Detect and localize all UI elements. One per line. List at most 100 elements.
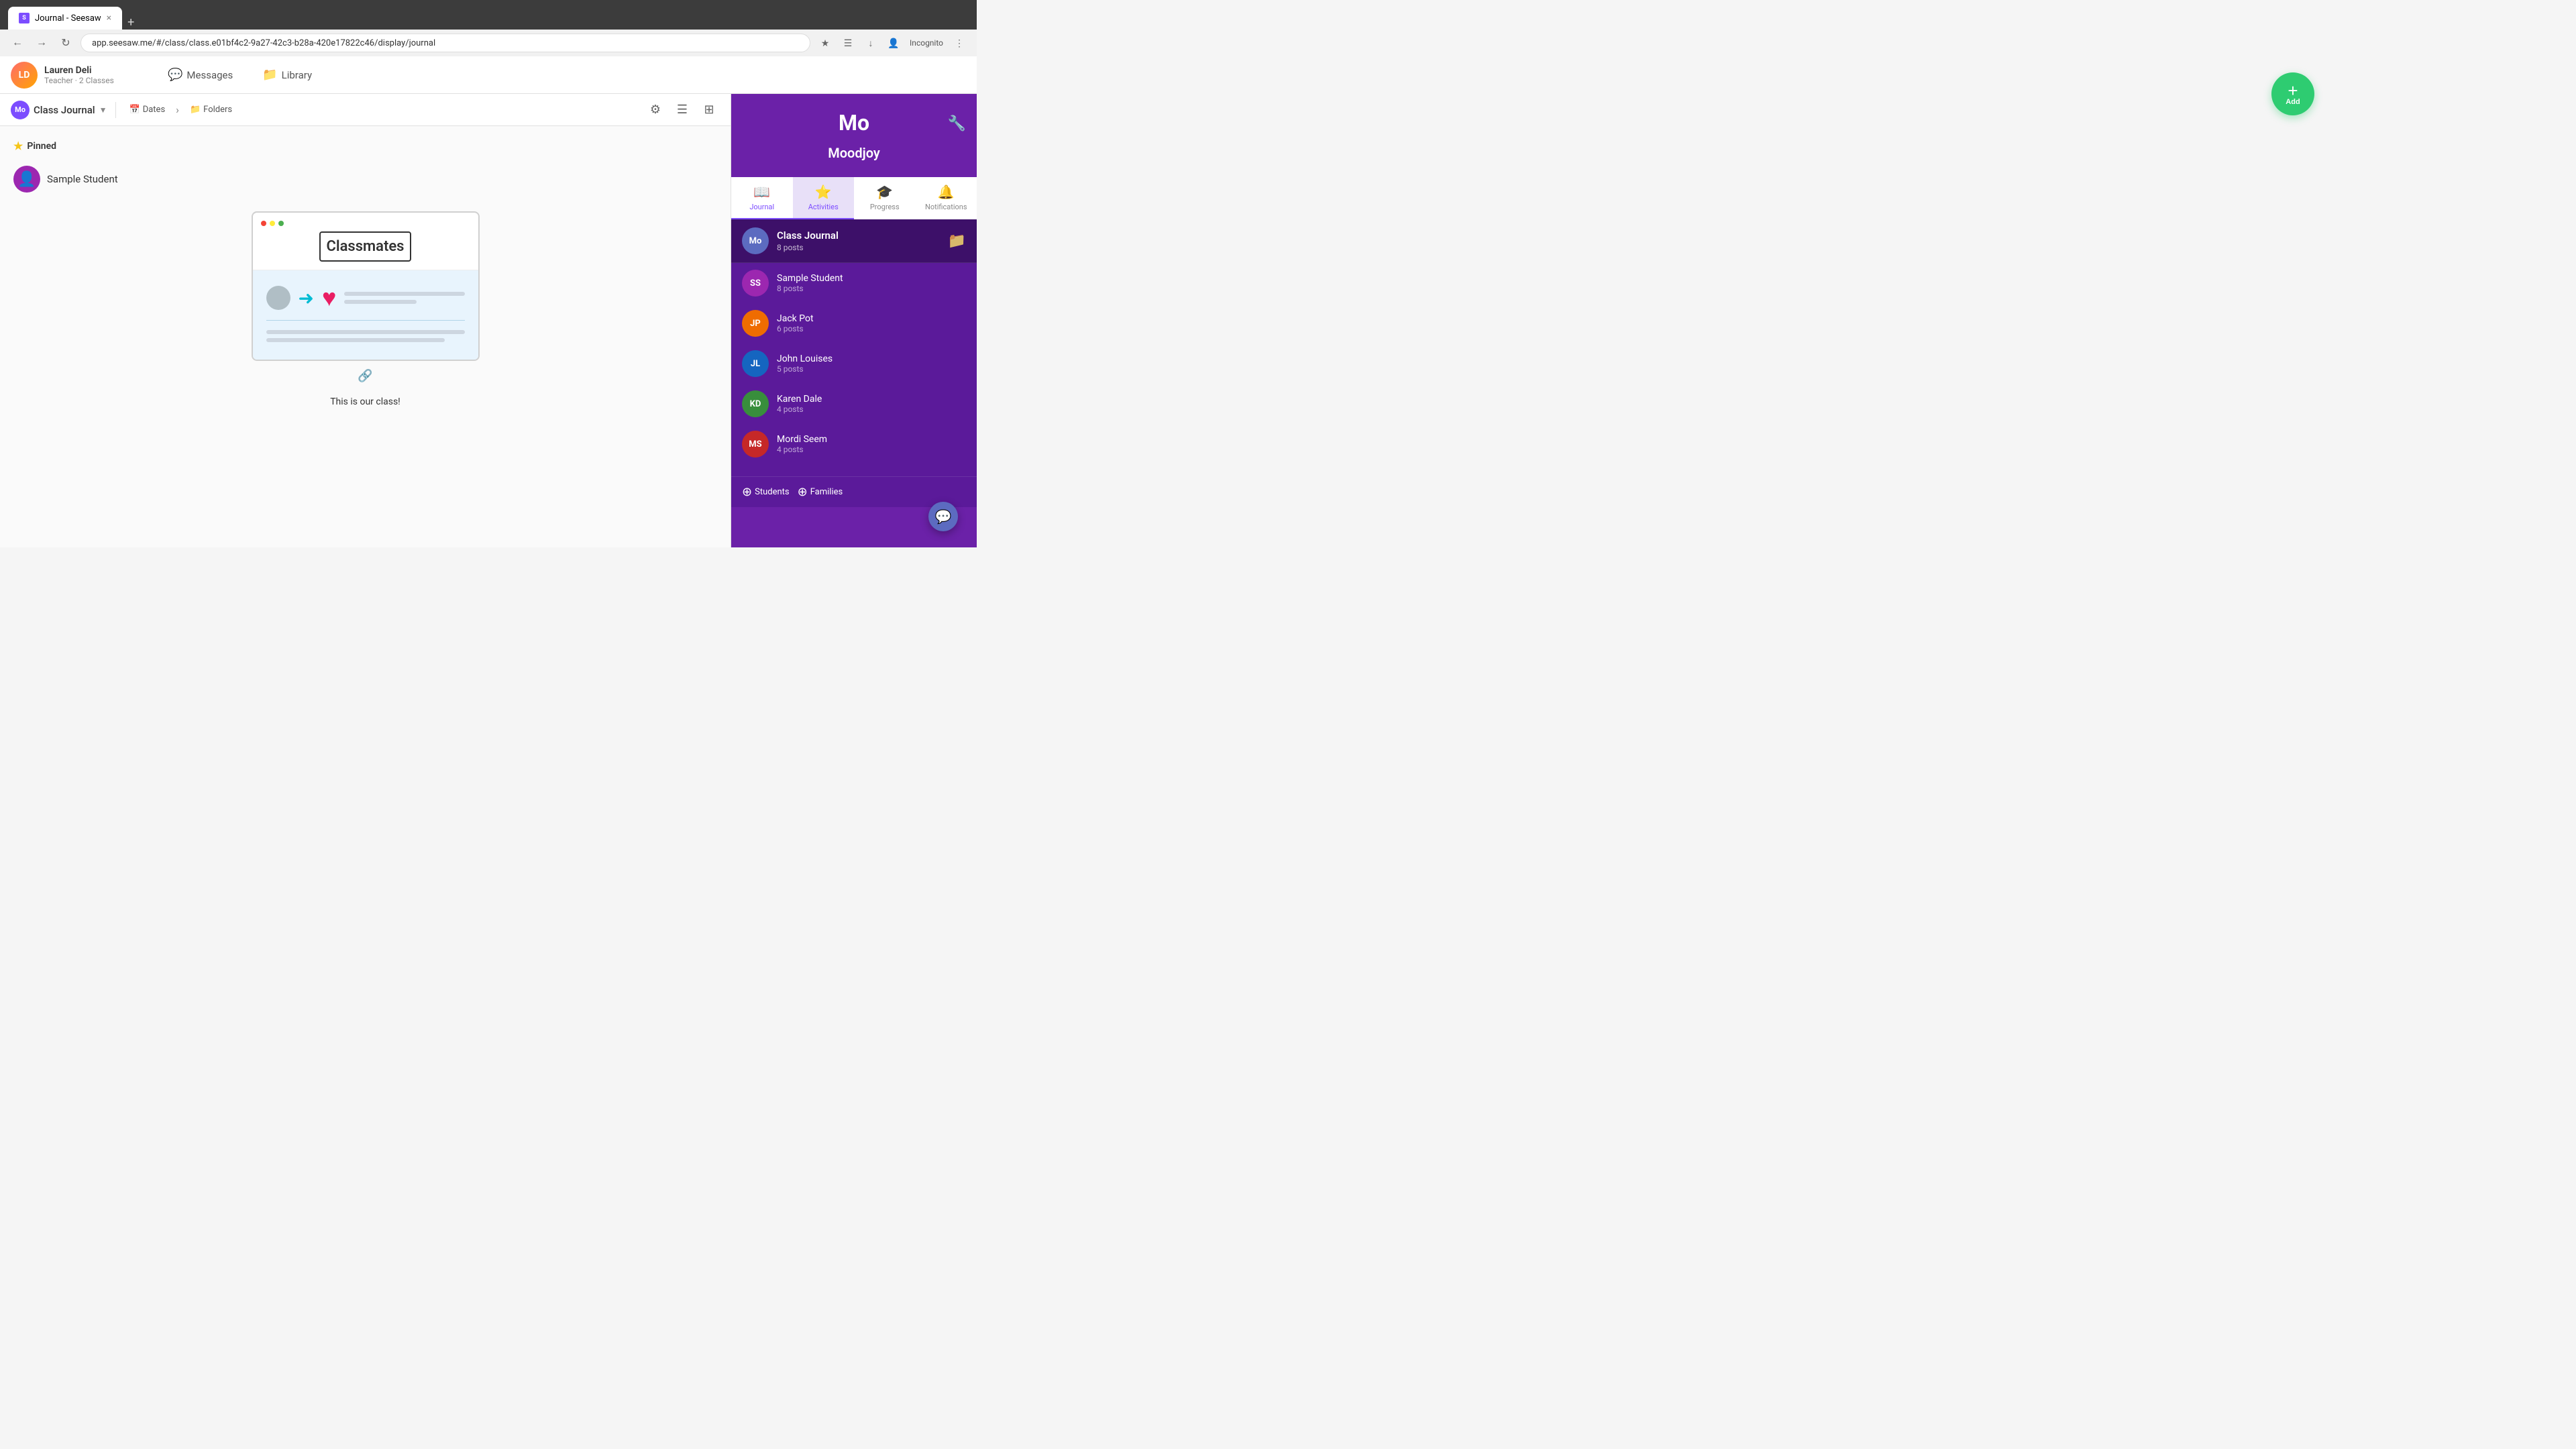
students-button[interactable]: ⊕ Students [742, 485, 790, 499]
sidebar-content[interactable]: Mo Class Journal 8 posts 📁 SS Sample Stu… [731, 219, 977, 476]
progress-nav-icon: 🎓 [876, 184, 893, 200]
student-posts-0: 8 posts [777, 284, 843, 293]
top-nav: LD Lauren Deli Teacher · 2 Classes 💬 Mes… [0, 56, 977, 94]
back-button[interactable]: ← [8, 34, 27, 52]
student-avatar-4: MS [742, 431, 769, 458]
dates-label: Dates [143, 105, 165, 115]
extensions-button[interactable]: ☰ [839, 34, 857, 52]
class-journal-item[interactable]: Mo Class Journal 8 posts 📁 [731, 219, 977, 263]
student-posts-4: 4 posts [777, 445, 827, 454]
sidebar-nav: 📖 Journal ⭐ Activities 🎓 Progress 🔔 Noti… [731, 177, 977, 219]
library-nav-item[interactable]: 📁 Library [256, 64, 319, 86]
class-badge: Mo [11, 101, 30, 119]
post-area: Classmates ➜ ♥ [13, 211, 717, 413]
notifications-nav-label: Notifications [925, 203, 967, 211]
student-info-4: Mordi Seem 4 posts [777, 434, 827, 454]
families-label: Families [810, 487, 843, 497]
student-item-2[interactable]: JL John Louises 5 posts [731, 343, 977, 384]
pinned-section: ★ Pinned 👤 Sample Student [13, 140, 717, 198]
link-icon[interactable]: 🔗 [358, 369, 372, 383]
class-journal-name: Class Journal [777, 229, 940, 241]
student-item-3[interactable]: KD Karen Dale 4 posts [731, 384, 977, 424]
address-bar[interactable]: app.seesaw.me/#/class/class.e01bf4c2-9a2… [80, 34, 810, 52]
class-journal-posts: 8 posts [777, 243, 940, 252]
post-card-body: ➜ ♥ [253, 270, 478, 360]
tab-close-button[interactable]: × [107, 13, 111, 23]
student-info-0: Sample Student 8 posts [777, 273, 843, 293]
chat-bubble-button[interactable]: 💬 [928, 502, 958, 531]
chat-icon: 💬 [935, 508, 952, 525]
sample-student-name: Sample Student [47, 173, 118, 185]
messages-icon: 💬 [168, 68, 182, 82]
student-posts-3: 4 posts [777, 405, 822, 414]
user-avatar: LD [11, 62, 38, 89]
menu-button[interactable]: ⋮ [950, 34, 969, 52]
post-card: Classmates ➜ ♥ [252, 211, 480, 361]
toolbar-separator [115, 102, 116, 118]
post-description: This is our class! [330, 391, 400, 413]
add-label: Add [2286, 98, 2300, 106]
sidebar-nav-notifications[interactable]: 🔔 Notifications [916, 177, 977, 219]
pinned-label: Pinned [27, 141, 56, 152]
user-details: Lauren Deli Teacher · 2 Classes [44, 65, 114, 85]
add-button[interactable]: + Add [2271, 72, 2314, 115]
forward-button[interactable]: → [32, 34, 51, 52]
sidebar-nav-activities[interactable]: ⭐ Activities [793, 177, 855, 219]
chevron-down-icon: ▼ [99, 105, 107, 115]
families-button[interactable]: ⊕ Families [798, 485, 843, 499]
user-name: Lauren Deli [44, 65, 114, 76]
sidebar-nav-journal[interactable]: 📖 Journal [731, 177, 793, 219]
student-name-0: Sample Student [777, 273, 843, 284]
folder-icon: 📁 [190, 105, 201, 115]
sample-student-avatar: 👤 [13, 166, 40, 193]
progress-nav-label: Progress [870, 203, 900, 211]
refresh-button[interactable]: ↻ [56, 34, 75, 52]
card-line-1 [344, 292, 464, 296]
left-panel: Mo Class Journal ▼ 📅 Dates › 📁 Folders ⚙… [0, 94, 731, 547]
activities-nav-label: Activities [808, 203, 839, 211]
journal-nav-label: Journal [749, 203, 774, 211]
dates-button[interactable]: 📅 Dates [124, 102, 171, 117]
browser-tab[interactable]: S Journal - Seesaw × [8, 7, 122, 30]
grid-view-button[interactable]: ⊞ [698, 99, 720, 121]
arrow-right-icon: › [176, 103, 179, 116]
student-info-2: John Louises 5 posts [777, 354, 833, 374]
folders-button[interactable]: 📁 Folders [184, 102, 237, 117]
url-text: app.seesaw.me/#/class/class.e01bf4c2-9a2… [92, 38, 435, 48]
student-avatar-2: JL [742, 350, 769, 377]
sample-student-item[interactable]: 👤 Sample Student [13, 160, 717, 198]
student-name-1: Jack Pot [777, 313, 814, 324]
filter-button[interactable]: ⚙ [645, 99, 666, 121]
sidebar-subtitle: Moodjoy [742, 140, 966, 166]
folders-label: Folders [203, 105, 232, 115]
card-bottom-lines [266, 320, 465, 342]
profile-button[interactable]: 👤 [884, 34, 903, 52]
student-item-0[interactable]: SS Sample Student 8 posts [731, 263, 977, 303]
bookmark-button[interactable]: ★ [816, 34, 835, 52]
sidebar-nav-progress[interactable]: 🎓 Progress [854, 177, 916, 219]
folder-icon: 📁 [948, 233, 966, 250]
chat-bubble-container: 💬 [731, 507, 977, 547]
class-selector[interactable]: Mo Class Journal ▼ [11, 101, 107, 119]
student-item-4[interactable]: MS Mordi Seem 4 posts [731, 424, 977, 464]
download-button[interactable]: ↓ [861, 34, 880, 52]
student-item-1[interactable]: JP Jack Pot 6 posts [731, 303, 977, 343]
content-area[interactable]: ★ Pinned 👤 Sample Student [0, 126, 731, 547]
class-journal-avatar: Mo [742, 227, 769, 254]
messages-nav-item[interactable]: 💬 Messages [161, 64, 239, 86]
class-journal-info: Class Journal 8 posts [777, 229, 940, 252]
right-sidebar: Mo 🔧 Moodjoy 📖 Journal ⭐ Activities 🎓 Pr… [731, 94, 977, 547]
browser-chrome: S Journal - Seesaw × + ← → ↻ app.seesaw.… [0, 0, 977, 56]
list-view-button[interactable]: ☰ [672, 99, 693, 121]
sidebar-mo-label: Mo [839, 110, 869, 136]
new-tab-button[interactable]: + [122, 15, 140, 30]
post-card-header: Classmates [253, 213, 478, 270]
nav-items: 💬 Messages 📁 Library [161, 64, 319, 86]
plus-families-icon: ⊕ [798, 485, 808, 499]
card-line-2 [344, 300, 416, 304]
student-posts-2: 5 posts [777, 364, 833, 374]
library-label: Library [282, 69, 312, 81]
student-name-2: John Louises [777, 354, 833, 364]
dot-green [278, 221, 284, 226]
wrench-icon[interactable]: 🔧 [948, 115, 966, 132]
